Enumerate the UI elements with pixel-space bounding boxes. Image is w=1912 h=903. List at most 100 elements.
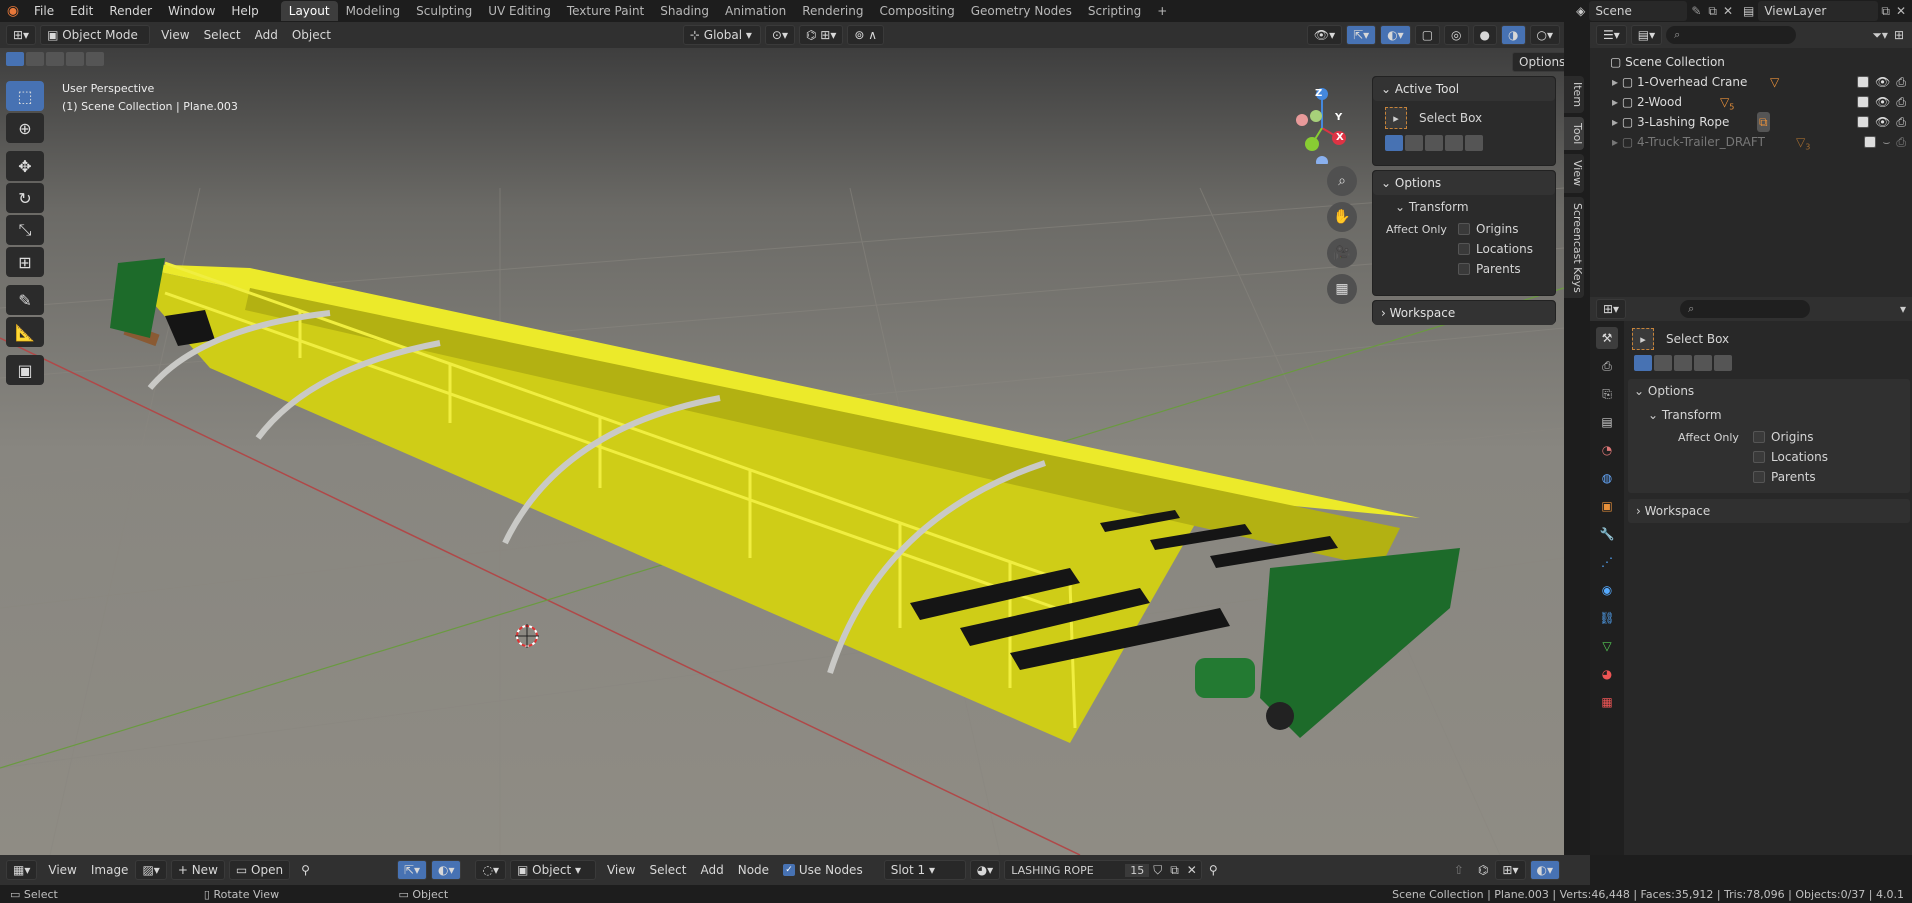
mode-subtract-icon[interactable] (1674, 355, 1692, 371)
node-gizmo-icon[interactable]: ⇱▾ (396, 860, 427, 880)
eye-icon[interactable]: 👁 (1875, 72, 1890, 92)
parents-checkbox[interactable] (1458, 263, 1470, 275)
mode-extend-icon[interactable] (1405, 135, 1423, 151)
tab-animation[interactable]: Animation (717, 1, 794, 21)
constraints-tab-icon[interactable]: ⛓ (1596, 607, 1618, 629)
mode-intersect-icon[interactable] (1465, 135, 1483, 151)
xray-icon[interactable]: ▢ (1414, 25, 1441, 45)
active-tool-header[interactable]: ⌄ Active Tool (1373, 77, 1555, 101)
add-workspace-icon[interactable]: + (1149, 1, 1175, 21)
node-overlay-icon[interactable]: ◐▾ (430, 860, 462, 880)
object-select[interactable]: ▣ Object ▾ (509, 860, 596, 880)
overlay-toggle-icon[interactable]: ◐▾ (1380, 25, 1411, 45)
mode-subtract-icon[interactable] (1425, 135, 1443, 151)
camera-render-icon[interactable]: ⎙ (1896, 92, 1906, 112)
mode-intersect-icon[interactable] (1714, 355, 1732, 371)
workspace-panel[interactable]: › Workspace (1628, 499, 1910, 523)
tool-tab-icon[interactable]: ⚒ (1596, 327, 1618, 349)
view-layer-tab-icon[interactable]: ▤ (1596, 411, 1618, 433)
select-intersect-icon[interactable] (86, 52, 104, 66)
select-extend-icon[interactable] (26, 52, 44, 66)
gizmo-toggle-icon[interactable]: ⇱▾ (1346, 25, 1377, 45)
outliner-item[interactable]: ▸ ▢ 2-Wood ▽5 👁 ⎙ (1590, 92, 1912, 112)
camera-render-icon[interactable]: ⎙ (1896, 112, 1906, 132)
transform-subpanel-header[interactable]: ⌄ Transform (1373, 195, 1555, 219)
tab-rendering[interactable]: Rendering (794, 1, 871, 21)
mode-select[interactable]: ▣ Object Mode ▾ (40, 25, 151, 60)
scene-field[interactable]: Scene (1589, 1, 1688, 21)
texture-tab-icon[interactable]: ▦ (1596, 691, 1618, 713)
select-new-icon[interactable] (6, 52, 24, 66)
new-view-layer-icon[interactable]: ⧉ (1878, 4, 1893, 19)
tab-sculpting[interactable]: Sculpting (408, 1, 480, 21)
tab-uv-editing[interactable]: UV Editing (480, 1, 559, 21)
select-box-tool-icon[interactable]: ▸ (1632, 328, 1654, 350)
mode-new-icon[interactable] (1385, 135, 1403, 151)
tab-layout[interactable]: Layout (280, 1, 338, 21)
physics-tab-icon[interactable]: ◉ (1596, 579, 1618, 601)
image-browse-icon[interactable]: ▨▾ (135, 860, 167, 880)
modifiers-tab-icon[interactable]: 🔧 (1596, 523, 1618, 545)
include-checkbox[interactable] (1857, 76, 1870, 88)
tab-scripting[interactable]: Scripting (1080, 1, 1149, 21)
blender-logo-icon[interactable]: ◉ (0, 0, 26, 22)
tab-compositing[interactable]: Compositing (871, 1, 962, 21)
properties-options-icon[interactable]: ▾ (1900, 302, 1906, 316)
tab-modeling[interactable]: Modeling (338, 1, 409, 21)
parents-checkbox[interactable] (1753, 471, 1765, 483)
world-tab-icon[interactable]: ◍ (1596, 467, 1618, 489)
menu-add-node[interactable]: Add (694, 860, 731, 880)
select-box-icon[interactable]: ⬚ (6, 81, 44, 111)
cursor-icon[interactable]: ⊕ (6, 113, 44, 143)
pivot-icon[interactable]: ⊙▾ (764, 25, 795, 45)
mode-extend-icon[interactable] (1654, 355, 1672, 371)
outliner-item[interactable]: ▸ ▢ 4-Truck-Trailer_DRAFT ▽3 ⌣ ⎙ (1590, 132, 1912, 152)
locations-checkbox[interactable] (1458, 243, 1470, 255)
shader-type-icon[interactable]: ◌▾ (475, 860, 506, 880)
menu-render[interactable]: Render (101, 0, 160, 22)
tab-texture-paint[interactable]: Texture Paint (559, 1, 652, 21)
pan-hand-icon[interactable]: ✋ (1327, 202, 1357, 232)
properties-editor-icon[interactable]: ⊞▾ (1596, 299, 1627, 319)
include-checkbox[interactable] (1857, 96, 1870, 108)
select-subtract-icon[interactable] (46, 52, 64, 66)
properties-search-input[interactable]: ⌕ (1680, 300, 1811, 318)
move-icon[interactable]: ✥ (6, 151, 44, 181)
filter-icon[interactable]: ⏷▾ (1868, 28, 1892, 43)
tab-view[interactable]: View (1564, 154, 1584, 193)
new-image-button[interactable]: + New (170, 860, 225, 880)
use-nodes-checkbox[interactable]: ✓ (783, 864, 796, 876)
particles-tab-icon[interactable]: ⋰ (1596, 551, 1618, 573)
pin-node-icon[interactable]: ⚲ (1202, 860, 1225, 880)
view-layer-icon[interactable]: ▤ (1739, 4, 1758, 18)
scale-icon[interactable]: ⤡ (6, 215, 44, 245)
menu-view[interactable]: View (154, 25, 196, 45)
locations-checkbox[interactable] (1753, 451, 1765, 463)
scene-tab-icon[interactable]: ◔ (1596, 439, 1618, 461)
render-tab-icon[interactable]: ⎙ (1596, 355, 1618, 377)
camera-render-icon[interactable]: ⎙ (1896, 132, 1906, 152)
new-scene-icon[interactable]: ⧉ (1705, 4, 1720, 19)
annotate-icon[interactable]: ✎ (6, 285, 44, 315)
scene-collection-row[interactable]: ▢ Scene Collection (1590, 52, 1912, 72)
menu-file[interactable]: File (26, 0, 62, 22)
menu-add[interactable]: Add (248, 25, 285, 45)
editor-type-icon[interactable]: ⊞▾ (6, 25, 37, 45)
duplicate-material-icon[interactable]: ⧉ (1166, 863, 1183, 878)
tab-item[interactable]: Item (1564, 76, 1584, 114)
include-checkbox[interactable] (1857, 116, 1870, 128)
measure-icon[interactable]: 📐 (6, 317, 44, 347)
rotate-icon[interactable]: ↻ (6, 183, 44, 213)
options-button[interactable]: Options ▾ (1512, 52, 1564, 87)
origins-checkbox[interactable] (1753, 431, 1765, 443)
menu-help[interactable]: Help (223, 0, 266, 22)
use-nodes-toggle[interactable]: ✓ Use Nodes (776, 860, 870, 880)
tab-geometry-nodes[interactable]: Geometry Nodes (963, 1, 1080, 21)
outliner-editor-icon[interactable]: ☰▾ (1596, 25, 1627, 45)
3d-viewport[interactable]: User Perspective (1) Scene Collection | … (0, 48, 1564, 855)
visibility-icon[interactable]: 👁▾ (1306, 25, 1343, 45)
parent-node-icon[interactable]: ⇧ (1447, 860, 1471, 880)
menu-select[interactable]: Select (197, 25, 248, 45)
snap-element-icon[interactable]: ⊞▾ (1495, 860, 1526, 880)
options-header[interactable]: ⌄ Options (1628, 379, 1910, 403)
